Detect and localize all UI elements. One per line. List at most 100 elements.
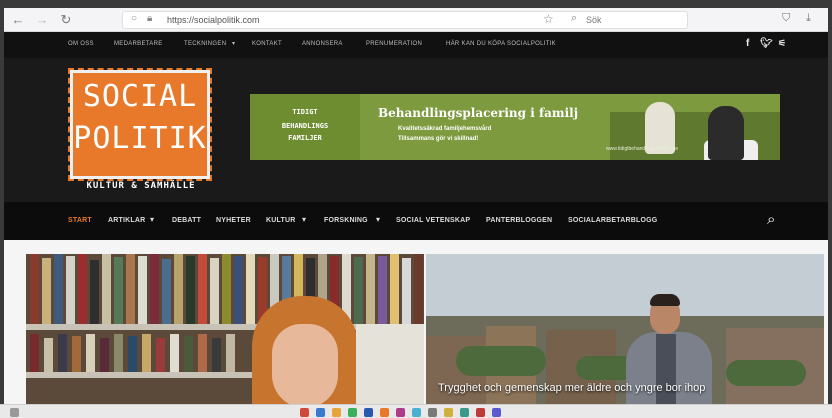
url-text[interactable]: https://socialpolitik.com: [167, 15, 260, 25]
mainnav-item-debatt[interactable]: DEBATT: [172, 217, 201, 224]
chevron-down-icon: ▾: [376, 215, 381, 224]
book: [246, 254, 255, 324]
topnav-item-teckningen[interactable]: TECKNINGEN: [184, 41, 226, 47]
banner-subtitle: Tillsammans gör vi skillnad!: [398, 136, 479, 142]
book: [30, 254, 39, 324]
app-icon[interactable]: [476, 408, 485, 417]
logo-tagline: KULTUR & SAMHÄLLE: [86, 181, 196, 191]
book: [114, 257, 123, 324]
mainnav-item-socialarbetarblogg[interactable]: SOCIALARBETARBLOGG: [568, 217, 657, 224]
rss-icon[interactable]: ⚟: [778, 38, 786, 49]
book: [114, 334, 123, 372]
app-icon[interactable]: [348, 408, 357, 417]
banner-logo-line: BEHANDLINGS: [281, 122, 329, 130]
banner-logo-line: TIDIGT: [292, 108, 318, 116]
top-navigation: OM OSS MEDARBETARE TECKNINGEN ▾ KONTAKT …: [4, 32, 828, 58]
trees: [726, 360, 806, 386]
back-icon[interactable]: ←: [10, 12, 26, 28]
book: [30, 334, 39, 372]
book: [378, 256, 387, 324]
topnav-item-kopa[interactable]: HÄR KAN DU KÖPA SOCIALPOLITIK: [446, 41, 556, 47]
article-caption[interactable]: Trygghet och gemenskap mer äldre och yng…: [438, 382, 705, 394]
topnav-item-om-oss[interactable]: OM OSS: [68, 41, 94, 47]
app-icon[interactable]: [316, 408, 325, 417]
book: [210, 258, 219, 324]
book: [72, 336, 81, 372]
lock-icon: 🔒︎: [147, 13, 153, 24]
download-icon[interactable]: ⤓: [806, 12, 811, 25]
reload-icon[interactable]: ↻: [58, 12, 74, 28]
mainnav-item-nyheter[interactable]: NYHETER: [216, 217, 251, 224]
person-face: [272, 324, 338, 408]
app-icon[interactable]: [428, 408, 437, 417]
book: [44, 338, 53, 372]
book: [184, 336, 193, 372]
featured-article-2[interactable]: Trygghet och gemenskap mer äldre och yng…: [426, 254, 824, 414]
book: [198, 334, 207, 372]
book: [58, 334, 67, 372]
book: [150, 254, 159, 324]
book: [126, 254, 135, 324]
chevron-down-icon: ▾: [302, 215, 307, 224]
facebook-icon[interactable]: f: [746, 38, 749, 49]
app-icon[interactable]: [492, 408, 501, 417]
mainnav-item-forskning[interactable]: FORSKNING: [324, 217, 368, 224]
sky: [426, 254, 824, 324]
book: [128, 336, 137, 372]
app-icon[interactable]: [380, 408, 389, 417]
topnav-item-medarbetare[interactable]: MEDARBETARE: [114, 41, 163, 47]
book: [390, 254, 399, 324]
featured-article-1[interactable]: [26, 254, 424, 414]
shield-icon[interactable]: ⛉: [782, 12, 790, 25]
person-shirt: [656, 334, 676, 414]
start-icon[interactable]: [10, 408, 19, 417]
app-icon[interactable]: [412, 408, 421, 417]
mainnav-item-artiklar[interactable]: ARTIKLAR: [108, 217, 145, 224]
mainnav-item-start[interactable]: START: [68, 217, 92, 224]
site-logo[interactable]: SOCIAL POLITIK: [68, 68, 212, 181]
mainnav-item-panterbloggen[interactable]: PANTERBLOGGEN: [486, 217, 552, 224]
book: [198, 254, 207, 324]
banner-link: www.tidigtbehandlingsfamiljer.se: [606, 146, 678, 152]
bookmark-star-icon[interactable]: ☆: [543, 12, 554, 26]
ad-banner[interactable]: TIDIGT BEHANDLINGS FAMILJER Behandlingsp…: [250, 94, 780, 160]
book: [90, 260, 99, 324]
chevron-down-icon: ▾: [150, 215, 155, 224]
banner-person: [708, 106, 744, 160]
cityscape: [426, 316, 824, 414]
book: [100, 338, 109, 372]
book: [402, 258, 411, 324]
address-bar[interactable]: ○ 🔒︎ https://socialpolitik.com ☆ ⌕ Sök: [122, 11, 688, 29]
app-icon[interactable]: [332, 408, 341, 417]
website: OM OSS MEDARBETARE TECKNINGEN ▾ KONTAKT …: [4, 32, 828, 418]
forward-icon[interactable]: →: [34, 12, 50, 28]
banner-title: Behandlingsplacering i familj: [378, 106, 579, 120]
mainnav-item-kultur[interactable]: KULTUR: [266, 217, 295, 224]
taskbar: [0, 404, 832, 418]
app-icon[interactable]: [364, 408, 373, 417]
book: [226, 334, 235, 372]
book: [212, 338, 221, 372]
book: [170, 334, 179, 372]
book: [366, 254, 375, 324]
featured-content: Trygghet och gemenskap mer äldre och yng…: [4, 240, 828, 418]
book: [138, 256, 147, 324]
trees: [456, 346, 546, 376]
mainnav-item-social-vetenskap[interactable]: SOCIAL VETENSKAP: [396, 217, 470, 224]
app-icon[interactable]: [300, 408, 309, 417]
app-icon[interactable]: [460, 408, 469, 417]
browser-toolbar: ← → ↻ ○ 🔒︎ https://socialpolitik.com ☆ ⌕…: [4, 8, 828, 32]
book: [174, 254, 183, 324]
topnav-item-prenumeration[interactable]: PRENUMERATION: [366, 41, 422, 47]
book: [54, 254, 63, 324]
app-icon[interactable]: [444, 408, 453, 417]
topnav-item-kontakt[interactable]: KONTAKT: [252, 41, 282, 47]
book: [186, 256, 195, 324]
chevron-down-icon: ▾: [232, 41, 236, 47]
info-icon[interactable]: ○: [131, 13, 137, 24]
app-icon[interactable]: [396, 408, 405, 417]
twitter-icon[interactable]: 🐦︎: [760, 38, 773, 49]
search-icon[interactable]: ⌕: [767, 211, 775, 228]
browser-search-input[interactable]: Sök: [586, 15, 602, 25]
topnav-item-annonsera[interactable]: ANNONSERA: [302, 41, 343, 47]
